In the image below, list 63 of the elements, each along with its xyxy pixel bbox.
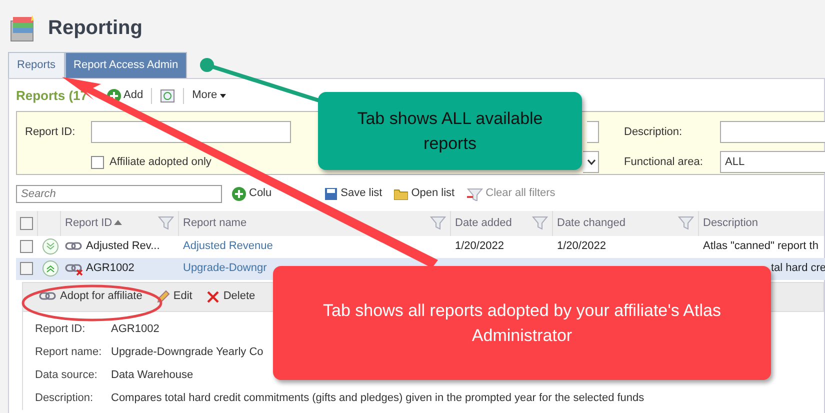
field-label: Report name:: [35, 344, 103, 360]
text-field[interactable]: [587, 120, 599, 143]
select-all-checkbox[interactable]: [20, 216, 33, 230]
save-icon: [324, 186, 338, 200]
column-header[interactable]: Date added: [451, 210, 553, 236]
dropdown-field[interactable]: [583, 151, 599, 174]
callout-tooltip: Tab shows ALL available reports: [318, 92, 582, 170]
filter-icon: [158, 215, 174, 231]
table-cell-text: 1/20/2022: [557, 239, 606, 254]
field-value: Compares total hard credit commitments (gifts and pledges) given in the prompted year for the selected funds: [111, 390, 644, 406]
delete-button[interactable]: Delete: [204, 288, 258, 305]
row-checkbox[interactable]: [20, 262, 33, 275]
adopt-button[interactable]: Adopt for affiliate: [37, 288, 144, 305]
field-label: Description:: [624, 124, 684, 140]
table-cell-text: Adjusted Rev...: [86, 239, 160, 254]
clear-filters-button[interactable]: Clear all filters: [464, 185, 558, 202]
open-list-button[interactable]: Open list: [392, 185, 457, 202]
field-value: Upgrade-Downgrade Yearly Co: [111, 344, 264, 360]
sort-up-icon: [112, 218, 124, 226]
save-list-button[interactable]: Save list: [322, 185, 384, 202]
caret-icon: [220, 94, 226, 98]
field-label: Report ID:: [25, 124, 76, 140]
tab[interactable]: Report Access Admin: [64, 52, 188, 78]
field-label: Report ID:: [35, 322, 86, 337]
affiliate-adopted-checkbox[interactable]: Affiliate adopted only: [91, 154, 291, 170]
functional-area-dropdown[interactable]: ALL: [720, 151, 825, 174]
field-label: Data source:: [35, 368, 98, 383]
more-button[interactable]: More: [190, 87, 228, 104]
columns-button[interactable]: Colu: [230, 185, 274, 202]
folder-icon: [394, 188, 408, 200]
table-cell-text: Atlas "canned" report th: [703, 239, 818, 254]
field-value: Data Warehouse: [111, 368, 194, 383]
refresh-button[interactable]: [158, 88, 178, 102]
filter-icon: [430, 215, 446, 231]
field-label: Description:: [35, 390, 94, 406]
close-icon: [206, 290, 220, 304]
report-id-field[interactable]: [91, 120, 291, 143]
plus-icon: [232, 186, 246, 200]
callout-tooltip: Tab shows all reports adopted by your affiliate's Atlas Administrator: [273, 266, 771, 380]
tab[interactable]: Reports: [8, 52, 65, 78]
column-header[interactable]: Report ID: [61, 210, 179, 236]
filter-icon: [532, 215, 548, 231]
page-title: Reporting: [48, 16, 142, 40]
row-checkbox[interactable]: [20, 240, 33, 253]
table-row[interactable]: Adjusted Rev... Adjusted Revenue 1/20/2022 1/20/2022 Atlas "canned" report th: [16, 236, 824, 258]
chevron-down-icon: [587, 159, 596, 166]
expand-icon[interactable]: [42, 238, 59, 255]
search-field[interactable]: Search: [16, 184, 222, 202]
column-header[interactable]: Date changed: [553, 210, 699, 236]
report-link[interactable]: Adjusted Revenue: [183, 238, 273, 255]
pencil-icon: [156, 290, 170, 304]
refresh-icon: [160, 88, 176, 102]
field-value: AGR1002: [111, 322, 160, 337]
collapse-icon[interactable]: [42, 260, 59, 277]
description-field[interactable]: [720, 120, 825, 143]
table-cell-text: 1/20/2022: [455, 239, 504, 254]
clear-filter-icon: [466, 186, 483, 200]
field-label: Functional area:: [624, 155, 704, 170]
table-cell-text: AGR1002: [86, 261, 134, 276]
report-link[interactable]: Upgrade-Downgr: [183, 260, 267, 277]
filter-icon: [678, 215, 694, 231]
column-header[interactable]: Description: [699, 210, 825, 236]
edit-button[interactable]: Edit: [154, 288, 194, 305]
